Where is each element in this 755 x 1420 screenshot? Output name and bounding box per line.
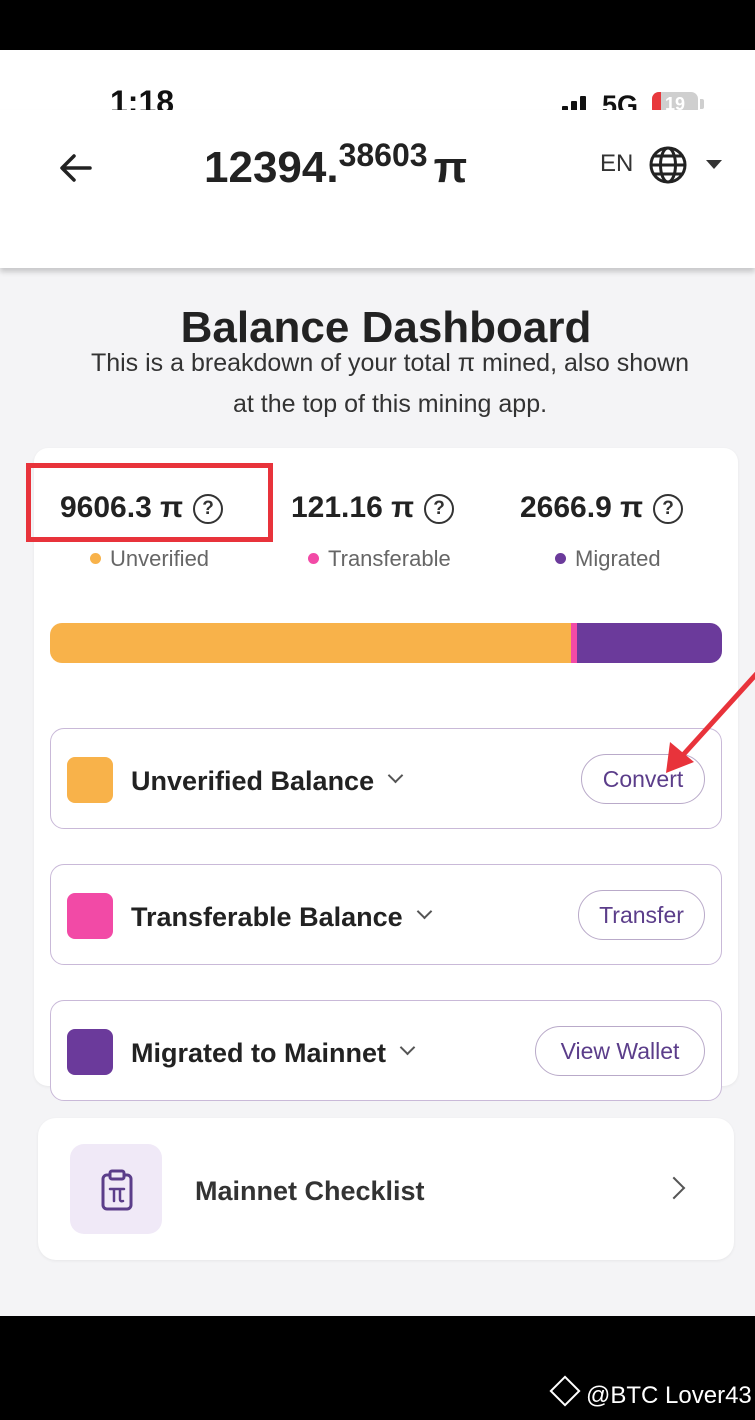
pi-symbol: π — [433, 143, 468, 192]
legend-transferable: Transferable — [308, 546, 451, 572]
red-highlight-box — [26, 463, 273, 542]
unverified-balance-label[interactable]: Unverified Balance — [131, 766, 404, 797]
language-label[interactable]: EN — [600, 150, 633, 178]
watermark-logo-icon — [549, 1375, 581, 1407]
transferable-swatch — [67, 893, 113, 939]
language-dropdown-icon[interactable] — [706, 160, 722, 169]
battery-nub — [700, 99, 704, 109]
chevron-down-icon[interactable] — [416, 903, 432, 920]
globe-icon[interactable] — [648, 145, 688, 185]
unverified-balance-row[interactable]: Unverified Balance Convert — [50, 728, 722, 829]
legend-migrated: Migrated — [555, 546, 661, 572]
total-balance-integer: 12394. — [204, 143, 339, 192]
legend-label: Unverified — [110, 546, 210, 571]
transfer-button[interactable]: Transfer — [578, 890, 705, 940]
watermark-text: @BTC Lover43 — [586, 1382, 752, 1409]
stat-migrated: 2666.9 π? — [520, 491, 684, 525]
help-icon[interactable]: ? — [424, 494, 455, 524]
legend-dot — [308, 553, 319, 564]
transferable-balance-label[interactable]: Transferable Balance — [131, 902, 432, 933]
bar-segment-migrated — [577, 623, 722, 663]
watermark: @BTC Lover43 — [549, 1375, 752, 1410]
legend-unverified: Unverified — [90, 546, 209, 572]
view-wallet-button[interactable]: View Wallet — [535, 1026, 705, 1076]
transferable-balance-row[interactable]: Transferable Balance Transfer — [50, 864, 722, 965]
unverified-swatch — [67, 757, 113, 803]
chevron-down-icon[interactable] — [387, 767, 404, 784]
migrated-swatch — [67, 1029, 113, 1075]
total-balance: 12394.38603 π — [204, 137, 468, 193]
migrated-balance-label[interactable]: Migrated to Mainnet — [131, 1038, 416, 1069]
legend-dot — [90, 553, 101, 564]
back-arrow-icon[interactable] — [56, 148, 96, 188]
stat-transferable: 121.16 π? — [291, 491, 455, 525]
legend-label: Transferable — [328, 546, 451, 571]
clipboard-pi-icon-box — [70, 1144, 162, 1234]
legend-dot — [555, 553, 566, 564]
balance-progress-bar — [50, 623, 722, 663]
chevron-down-icon[interactable] — [399, 1039, 416, 1056]
legend-label: Migrated — [575, 546, 661, 571]
stat-transferable-value: 121.16 π — [291, 491, 415, 524]
clipboard-pi-icon — [101, 1169, 133, 1211]
help-icon[interactable]: ? — [653, 494, 684, 524]
mainnet-checklist-label[interactable]: Mainnet Checklist — [195, 1176, 425, 1207]
total-balance-decimal: 38603 — [338, 137, 428, 173]
page-subtitle: This is a breakdown of your total π mine… — [90, 349, 690, 418]
migrated-balance-row[interactable]: Migrated to Mainnet View Wallet — [50, 1000, 722, 1101]
stat-migrated-value: 2666.9 π — [520, 491, 644, 524]
bar-segment-unverified — [50, 623, 571, 663]
convert-button[interactable]: Convert — [581, 754, 705, 804]
